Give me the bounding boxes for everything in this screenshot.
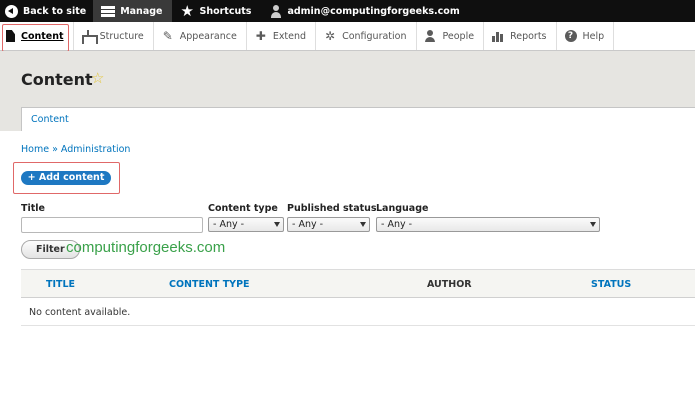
admin-menu-tray: Content Structure ✎ Appearance ✚ Extend … xyxy=(0,22,695,51)
published-status-select[interactable]: - Any - xyxy=(287,217,370,232)
chevron-down-icon xyxy=(274,222,280,227)
tray-item-configuration[interactable]: ✲ Configuration xyxy=(316,22,417,50)
content-highlight-box xyxy=(2,24,69,52)
shortcuts-label: Shortcuts xyxy=(199,5,252,17)
table-row: No content available. xyxy=(21,298,695,326)
paintbrush-icon: ✎ xyxy=(162,29,173,43)
published-status-select-value: - Any - xyxy=(292,219,324,230)
tray-item-label: Extend xyxy=(272,30,307,42)
column-header-title[interactable]: TITLE xyxy=(46,279,75,290)
tray-item-extend[interactable]: ✚ Extend xyxy=(247,22,317,50)
content-type-select-value: - Any - xyxy=(213,219,245,230)
language-select-value: - Any - xyxy=(381,219,413,230)
tray-item-people[interactable]: People xyxy=(417,22,485,50)
watermark-text: computingforgeeks.com xyxy=(66,239,226,256)
menu-icon xyxy=(101,5,116,17)
tray-item-help[interactable]: ? Help xyxy=(557,22,615,50)
page-title: Content xyxy=(21,70,93,89)
chevron-down-icon xyxy=(590,222,596,227)
published-status-filter-label: Published status xyxy=(287,203,377,214)
people-icon xyxy=(424,30,437,42)
title-filter-label: Title xyxy=(21,203,45,214)
manage-button[interactable]: Manage xyxy=(93,0,173,22)
tab-content[interactable]: Content xyxy=(31,114,69,125)
language-select[interactable]: - Any - xyxy=(376,217,600,232)
help-icon: ? xyxy=(564,30,577,42)
shortcuts-button[interactable]: ★ Shortcuts xyxy=(172,0,258,22)
star-icon: ★ xyxy=(180,1,194,20)
empty-table-message: No content available. xyxy=(29,307,131,318)
primary-tabs: Content xyxy=(21,107,695,131)
tray-item-structure[interactable]: Structure xyxy=(74,22,154,50)
back-to-site-link[interactable]: Back to site xyxy=(0,0,93,22)
admin-toolbar: Back to site Manage ★ Shortcuts admin@co… xyxy=(0,0,695,22)
tray-item-appearance[interactable]: ✎ Appearance xyxy=(154,22,247,50)
back-arrow-icon xyxy=(5,4,18,18)
tray-item-label: People xyxy=(442,30,475,42)
tray-item-reports[interactable]: Reports xyxy=(484,22,557,50)
tray-item-label: Structure xyxy=(99,30,144,42)
tray-item-label: Configuration xyxy=(342,30,407,42)
add-content-highlight-box xyxy=(13,162,120,194)
language-filter-label: Language xyxy=(376,203,429,214)
user-icon xyxy=(270,4,282,18)
manage-label: Manage xyxy=(120,5,163,17)
favorite-star-icon[interactable]: ☆ xyxy=(91,69,104,87)
tray-item-label: Reports xyxy=(510,30,547,42)
table-header: TITLE CONTENT TYPE AUTHOR STATUS xyxy=(21,269,695,298)
structure-icon xyxy=(81,30,98,44)
bar-chart-icon xyxy=(492,30,504,42)
tray-item-label: Appearance xyxy=(179,30,237,42)
chevron-down-icon xyxy=(360,222,366,227)
wrench-icon: ✲ xyxy=(325,29,336,43)
breadcrumb[interactable]: Home » Administration xyxy=(21,144,130,155)
puzzle-icon: ✚ xyxy=(255,29,266,43)
column-header-author: AUTHOR xyxy=(427,279,472,290)
content-type-filter-label: Content type xyxy=(208,203,278,214)
user-account-button[interactable]: admin@computingforgeeks.com xyxy=(258,0,466,22)
user-label: admin@computingforgeeks.com xyxy=(287,5,460,17)
column-header-status[interactable]: STATUS xyxy=(591,279,631,290)
content-type-select[interactable]: - Any - xyxy=(208,217,284,232)
column-header-content-type[interactable]: CONTENT TYPE xyxy=(169,279,250,290)
title-filter-input[interactable] xyxy=(21,217,203,233)
tray-item-label: Help xyxy=(582,30,605,42)
back-to-site-label: Back to site xyxy=(23,5,87,17)
